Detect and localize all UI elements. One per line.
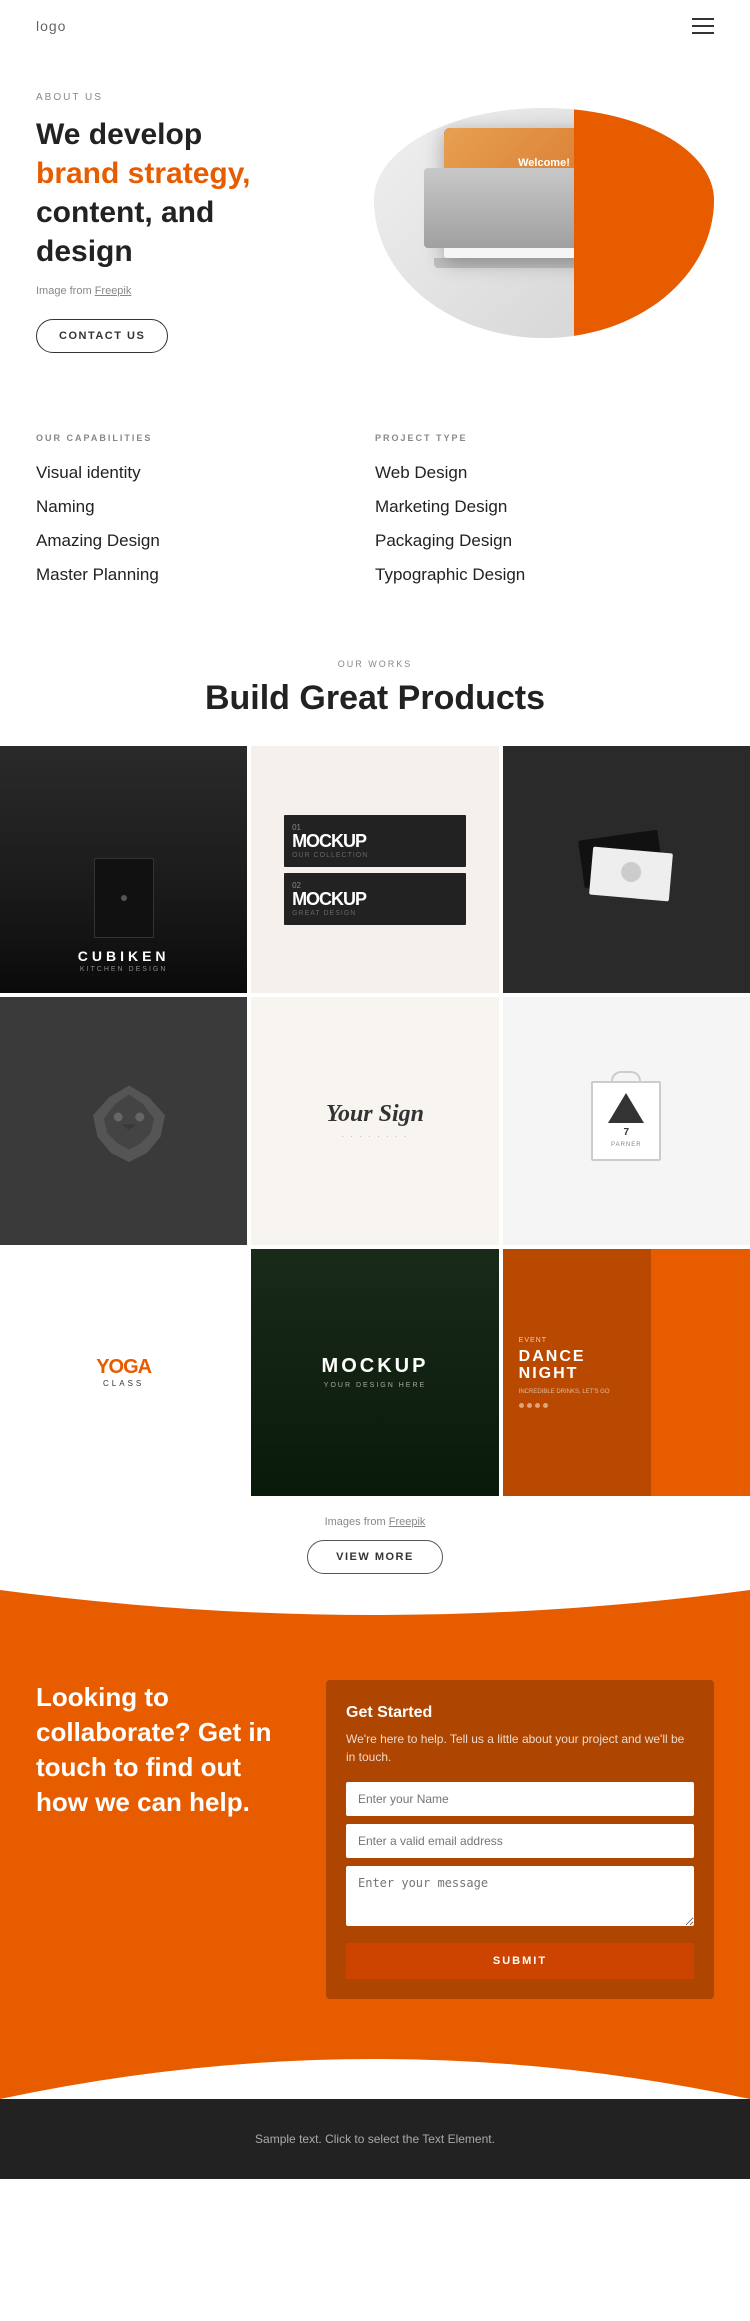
cap-item-2: Naming: [36, 497, 375, 517]
cta-text-block: Looking to collaborate? Get in touch to …: [36, 1680, 296, 1820]
works-eyebrow: OUR WORKS: [36, 659, 714, 669]
form-card-desc: We're here to help. Tell us a little abo…: [346, 1730, 694, 1766]
hero-title-line1: We develop: [36, 118, 202, 151]
biz-card-light: [589, 846, 673, 901]
hamburger-line1: [692, 18, 714, 20]
freepik-link-hero[interactable]: Freepik: [95, 285, 132, 297]
mockup-sub: YOUR DESIGN HERE: [324, 1382, 426, 1389]
hamburger-line2: [692, 25, 714, 27]
portfolio-item-4[interactable]: [0, 997, 247, 1244]
storefront: CUBIKEN KITCHEN DESIGN: [78, 948, 170, 973]
hamburger-menu[interactable]: [692, 18, 714, 34]
bag-shape: 7 PARNER: [591, 1081, 661, 1161]
name-input[interactable]: [346, 1782, 694, 1816]
submit-button[interactable]: SUBMIT: [346, 1943, 694, 1979]
cta-flex: Looking to collaborate? Get in touch to …: [36, 1680, 714, 1999]
cta-title: Looking to collaborate? Get in touch to …: [36, 1680, 296, 1820]
cta-wave-separator: [0, 1590, 750, 1640]
hero-text-block: ABOUT US We develop brand strategy, cont…: [36, 92, 374, 353]
capabilities-right: PROJECT TYPE Web Design Marketing Design…: [375, 433, 714, 599]
dance-content: EVENT DANCENIGHT INCREDIBLE DRINKS, LET'…: [519, 1337, 610, 1408]
book-1: 01 MOCKUP OUR COLLECTION: [284, 815, 466, 867]
footer: Sample text. Click to select the Text El…: [0, 2099, 750, 2179]
our-works-section: OUR WORKS Build Great Products: [0, 639, 750, 718]
capabilities-section: OUR CAPABILITIES Visual identity Naming …: [0, 373, 750, 639]
store-sub: KITCHEN DESIGN: [78, 966, 170, 973]
biz-card-stack: [581, 835, 671, 905]
hero-title: We develop brand strategy, content, and …: [36, 115, 354, 271]
portfolio-item-3[interactable]: [503, 746, 750, 993]
laptop-mockup: Welcome! LEARN MORE READ MORE: [374, 108, 714, 338]
works-title: Build Great Products: [36, 679, 714, 718]
bag-handle: [611, 1071, 641, 1083]
project-type-1: Web Design: [375, 463, 714, 483]
cta-content: Looking to collaborate? Get in touch to …: [0, 1640, 750, 2019]
logo: logo: [36, 18, 66, 34]
project-type-4: Typographic Design: [375, 565, 714, 585]
footer-text: Sample text. Click to select the Text El…: [255, 2132, 495, 2146]
hero-title-line2: content, and: [36, 196, 214, 229]
freepik-link-works[interactable]: Freepik: [389, 1516, 426, 1528]
project-type-3: Packaging Design: [375, 531, 714, 551]
capabilities-eyebrow: OUR CAPABILITIES: [36, 433, 375, 443]
book-2: 02 MOCKUP GREAT DESIGN: [284, 873, 466, 925]
view-more-button[interactable]: VIEW MORE: [307, 1540, 443, 1574]
cta-section-wrapper: Looking to collaborate? Get in touch to …: [0, 1590, 750, 2099]
portfolio-item-2[interactable]: 01 MOCKUP OUR COLLECTION 02 MOCKUP GREAT…: [251, 746, 498, 993]
cta-wave-bottom: [0, 2019, 750, 2099]
lion-icon: [84, 1081, 164, 1161]
triangle-icon: [608, 1093, 644, 1123]
script-content: Your Sign · · · · · · · ·: [326, 1101, 424, 1141]
email-input[interactable]: [346, 1824, 694, 1858]
cap-item-1: Visual identity: [36, 463, 375, 483]
portfolio-grid: CUBIKEN KITCHEN DESIGN 01 MOCKUP OUR COL…: [0, 746, 750, 1496]
project-type-2: Marketing Design: [375, 497, 714, 517]
portfolio-item-6[interactable]: 7 PARNER: [503, 997, 750, 1244]
project-type-eyebrow: PROJECT TYPE: [375, 433, 714, 443]
hero-image: Welcome! LEARN MORE READ MORE: [374, 108, 714, 338]
hamburger-line3: [692, 32, 714, 34]
portfolio-item-5[interactable]: Your Sign · · · · · · · ·: [251, 997, 498, 1244]
header: logo: [0, 0, 750, 52]
hero-title-orange: brand strategy,: [36, 157, 251, 190]
form-card: Get Started We're here to help. Tell us …: [326, 1680, 714, 1999]
portfolio-item-1[interactable]: CUBIKEN KITCHEN DESIGN: [0, 746, 247, 993]
works-credit: Images from Freepik: [0, 1516, 750, 1528]
cap-item-3: Amazing Design: [36, 531, 375, 551]
portfolio-item-8[interactable]: MOCKUP YOUR DESIGN HERE: [251, 1249, 498, 1496]
yoga-logo: YOGA CLASS: [96, 1357, 151, 1388]
hero-image-credit: Image from Freepik: [36, 285, 354, 297]
cta-form-block: Get Started We're here to help. Tell us …: [326, 1680, 714, 1999]
capabilities-left: OUR CAPABILITIES Visual identity Naming …: [36, 433, 375, 599]
door-rect: [94, 858, 154, 938]
hero-title-line3: design: [36, 235, 133, 268]
cap-item-4: Master Planning: [36, 565, 375, 585]
message-input[interactable]: [346, 1866, 694, 1926]
form-card-title: Get Started: [346, 1704, 694, 1722]
hero-section: ABOUT US We develop brand strategy, cont…: [0, 52, 750, 373]
mockup-text: MOCKUP: [322, 1355, 429, 1378]
store-name: CUBIKEN: [78, 948, 170, 964]
hero-eyebrow: ABOUT US: [36, 92, 354, 103]
portfolio-item-9[interactable]: EVENT DANCENIGHT INCREDIBLE DRINKS, LET'…: [503, 1249, 750, 1496]
portfolio-grid-wrapper: CUBIKEN KITCHEN DESIGN 01 MOCKUP OUR COL…: [0, 746, 750, 1496]
works-footer: Images from Freepik VIEW MORE: [0, 1496, 750, 1590]
portfolio-item-7[interactable]: YOGA CLASS: [0, 1249, 247, 1496]
contact-button[interactable]: CONTACT US: [36, 319, 168, 353]
